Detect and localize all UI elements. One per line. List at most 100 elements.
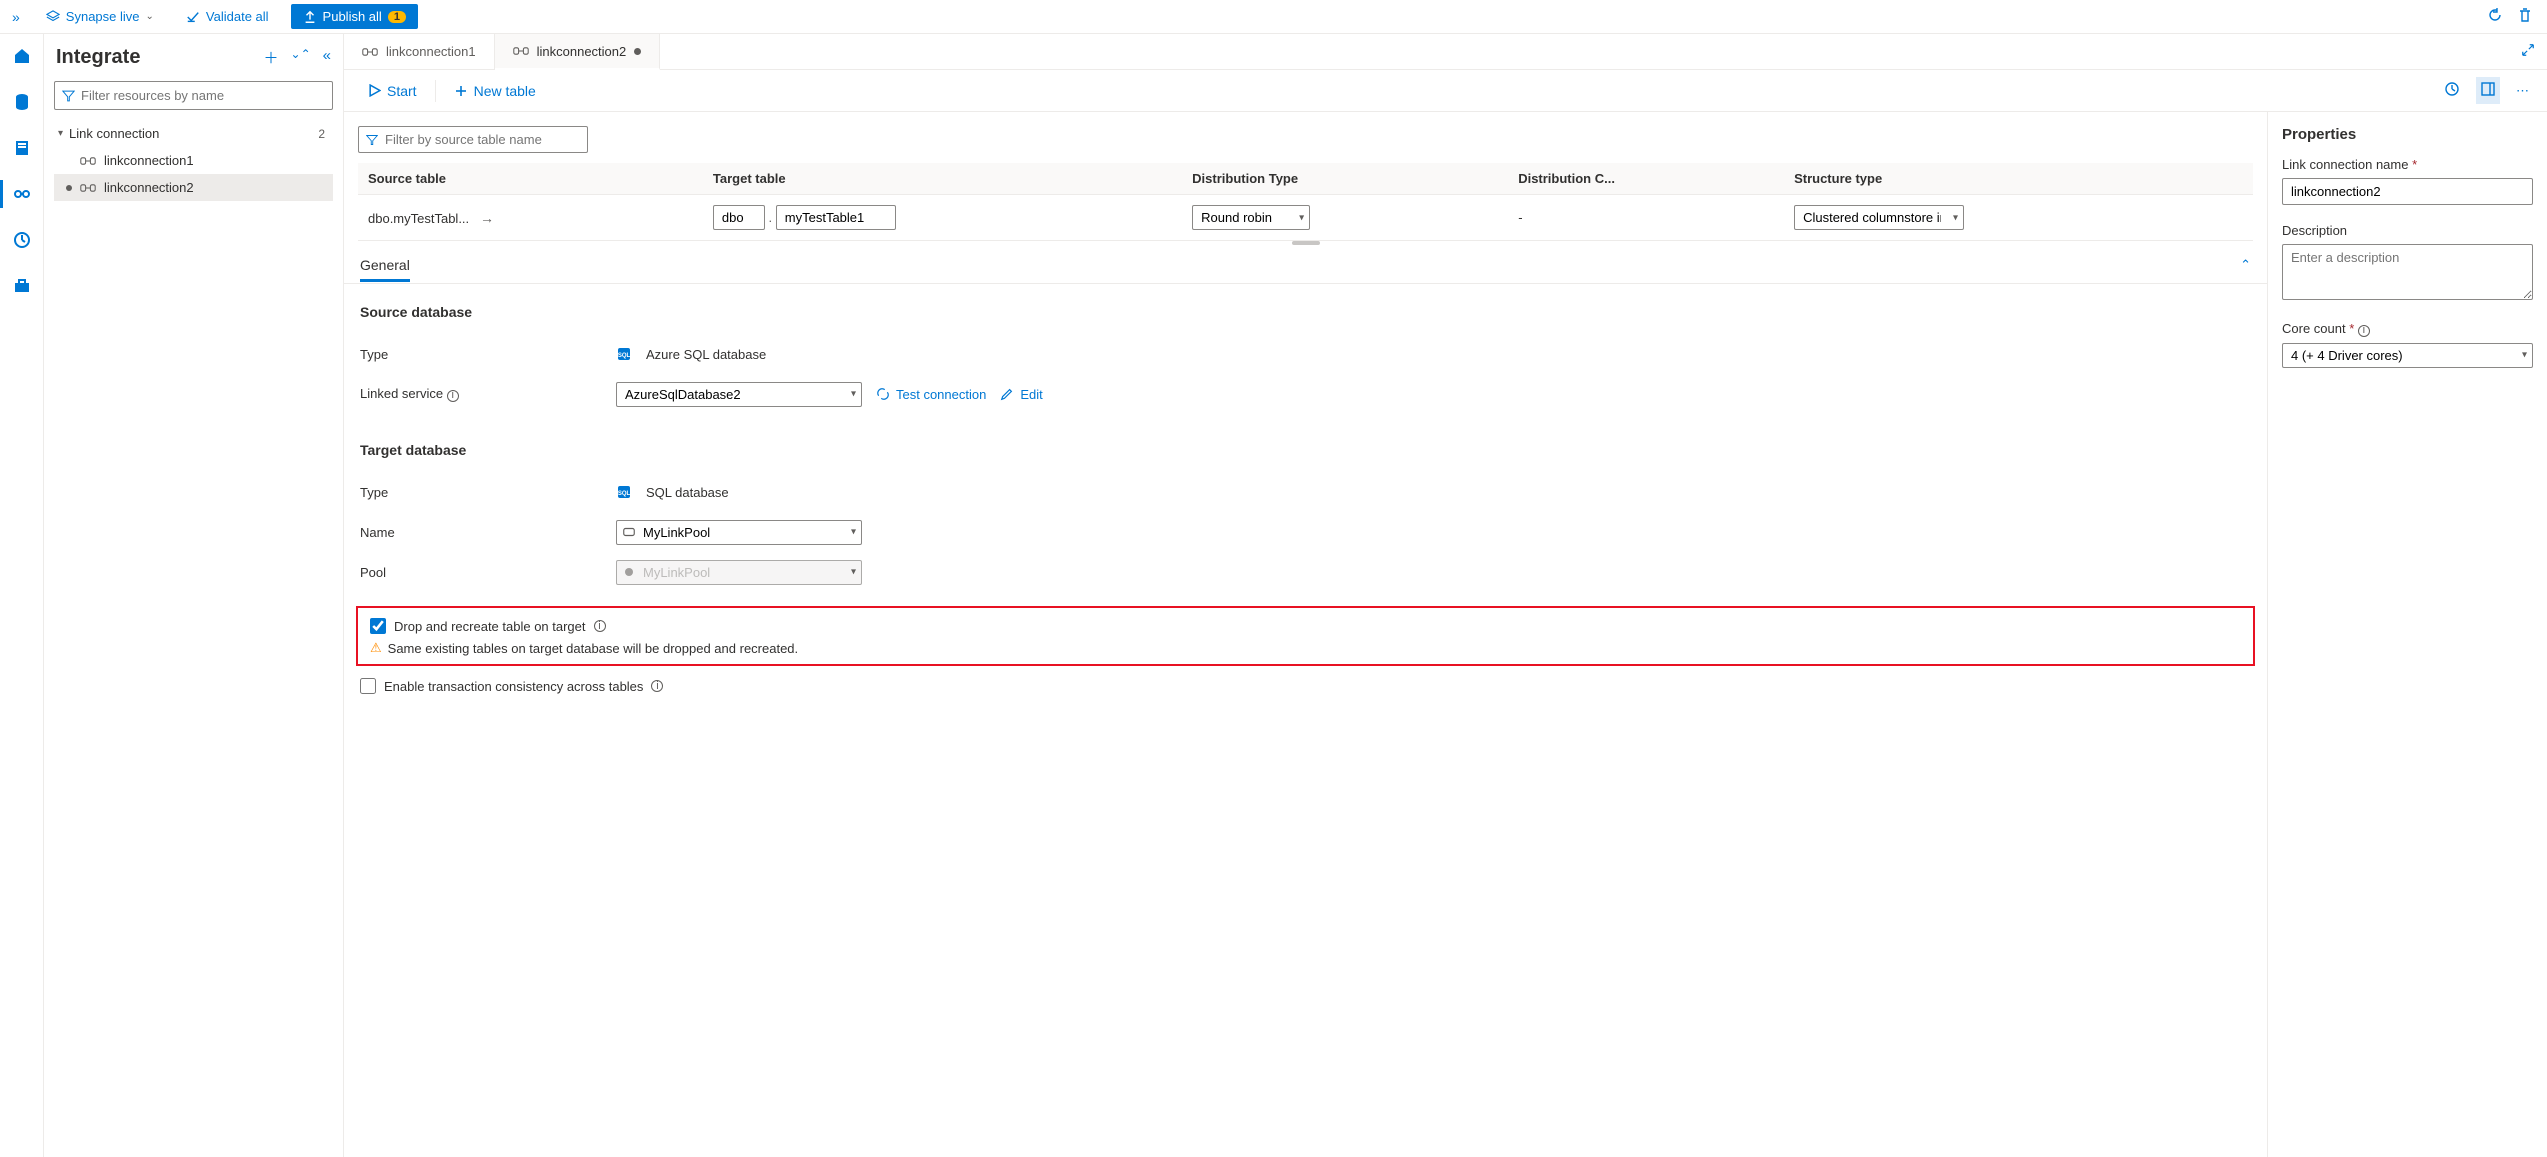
link-connection-icon	[513, 45, 529, 57]
test-connection-icon	[876, 387, 890, 401]
collapse-sidebar-icon[interactable]: «	[323, 47, 331, 68]
drop-recreate-checkbox[interactable]	[370, 618, 386, 634]
structure-type-select[interactable]: Clustered columnstore ind	[1794, 205, 1964, 230]
source-table-name: dbo.myTestTabl...	[368, 211, 469, 226]
col-structure-type[interactable]: Structure type	[1784, 163, 2233, 195]
source-type-value: Azure SQL database	[646, 347, 766, 362]
refresh-icon[interactable]	[2487, 7, 2503, 26]
distribution-type-select[interactable]: Round robin	[1192, 205, 1310, 230]
publish-label: Publish all	[323, 9, 382, 24]
col-source-table[interactable]: Source table	[358, 163, 703, 195]
test-connection-button[interactable]: Test connection	[876, 387, 986, 402]
target-name-select[interactable]: MyLinkPool	[616, 520, 862, 545]
tree-item-label: linkconnection2	[104, 180, 194, 195]
publish-all-button[interactable]: Publish all 1	[291, 4, 418, 29]
filter-source-table-input[interactable]	[358, 126, 588, 153]
pool-icon	[622, 525, 636, 539]
work-area: linkconnection1 linkconnection2 Start	[344, 34, 2547, 1157]
more-actions-icon[interactable]: ⋯	[2512, 79, 2533, 103]
col-distribution-column[interactable]: Distribution C...	[1508, 163, 1784, 195]
link-name-input[interactable]	[2282, 178, 2533, 205]
general-accordion-header[interactable]: General ⌃	[344, 245, 2267, 283]
dirty-dot-icon	[66, 185, 72, 191]
col-distribution-type[interactable]: Distribution Type	[1182, 163, 1508, 195]
info-icon[interactable]: i	[447, 390, 459, 402]
play-icon	[368, 84, 381, 97]
drop-recreate-label: Drop and recreate table on target	[394, 619, 586, 634]
info-icon[interactable]: i	[651, 680, 663, 692]
tree-group-label: Link connection	[69, 126, 159, 141]
nav-data[interactable]	[8, 88, 36, 116]
tables-grid: Source table Target table Distribution T…	[358, 163, 2253, 241]
start-button[interactable]: Start	[358, 79, 427, 103]
distribution-column-cell: -	[1508, 195, 1784, 241]
edit-linked-service-button[interactable]: Edit	[1000, 387, 1042, 402]
source-type-label: Type	[360, 347, 616, 362]
validate-label: Validate all	[206, 9, 269, 24]
tree-item-linkconnection1[interactable]: linkconnection1	[54, 147, 333, 174]
workspace-icon	[46, 10, 60, 24]
table-row[interactable]: dbo.myTestTabl... → .	[358, 195, 2253, 241]
core-count-select[interactable]: 4 (+ 4 Driver cores)	[2282, 343, 2533, 368]
svg-text:SQL: SQL	[618, 491, 631, 497]
publish-icon	[303, 10, 317, 24]
warning-icon: ⚠	[370, 640, 382, 656]
description-input[interactable]	[2282, 244, 2533, 300]
add-resource-icon[interactable]: ＋	[264, 47, 279, 68]
dirty-dot-icon	[634, 48, 641, 55]
validate-icon	[186, 10, 200, 24]
nav-monitor[interactable]	[8, 226, 36, 254]
arrow-right-icon: →	[480, 210, 494, 226]
tree-item-label: linkconnection1	[104, 153, 194, 168]
tx-consistency-checkbox[interactable]	[360, 678, 376, 694]
new-table-label: New table	[474, 83, 536, 99]
tree-group-link-connection[interactable]: ▾ Link connection 2	[54, 120, 333, 147]
target-name-label: Name	[360, 525, 616, 540]
nav-integrate[interactable]	[8, 180, 36, 208]
expand-all-icon[interactable]: ⌄⌃	[291, 47, 311, 68]
linked-service-select[interactable]: AzureSqlDatabase2	[616, 382, 862, 407]
workspace-name: Synapse live	[66, 9, 140, 24]
nav-manage[interactable]	[8, 272, 36, 300]
core-count-label: Core count	[2282, 321, 2346, 336]
new-table-button[interactable]: New table	[444, 79, 546, 103]
col-target-table[interactable]: Target table	[703, 163, 1182, 195]
workspace-selector[interactable]: Synapse live ⌄	[36, 5, 164, 28]
validate-all-button[interactable]: Validate all	[176, 5, 279, 28]
tree-group-count: 2	[318, 127, 329, 141]
expand-nav-icon[interactable]: »	[8, 9, 24, 25]
expand-editor-icon[interactable]	[2521, 43, 2535, 60]
filter-resources-input[interactable]	[54, 81, 333, 110]
source-database-heading: Source database	[360, 304, 2251, 320]
info-icon[interactable]: i	[594, 620, 606, 632]
tab-linkconnection2[interactable]: linkconnection2	[495, 34, 661, 70]
target-database-heading: Target database	[360, 442, 2251, 458]
link-connection-icon	[80, 155, 96, 167]
tab-linkconnection1[interactable]: linkconnection1	[344, 34, 495, 69]
properties-toggle-icon[interactable]	[2476, 77, 2500, 104]
delete-icon[interactable]	[2517, 7, 2533, 26]
chevron-up-icon: ⌃	[2240, 257, 2251, 273]
drop-recreate-warning: Same existing tables on target database …	[388, 641, 798, 656]
description-label: Description	[2282, 223, 2533, 238]
svg-text:SQL: SQL	[618, 353, 631, 359]
top-bar: » Synapse live ⌄ Validate all Publish al…	[0, 0, 2547, 34]
filter-icon	[366, 134, 378, 146]
monitoring-icon[interactable]	[2440, 77, 2464, 104]
target-type-label: Type	[360, 485, 616, 500]
info-icon[interactable]: i	[2358, 325, 2370, 337]
target-table-input[interactable]	[776, 205, 896, 230]
caret-down-icon: ▾	[58, 128, 63, 139]
nav-home[interactable]	[8, 42, 36, 70]
properties-heading: Properties	[2282, 126, 2533, 143]
tree-item-linkconnection2[interactable]: linkconnection2	[54, 174, 333, 201]
azure-sql-icon: SQL	[616, 346, 632, 362]
nav-develop[interactable]	[8, 134, 36, 162]
drop-recreate-highlight: Drop and recreate table on target i ⚠ Sa…	[356, 606, 2255, 666]
properties-panel: Properties Link connection name * Descri…	[2267, 112, 2547, 1157]
target-schema-input[interactable]	[713, 205, 765, 230]
link-connection-icon	[362, 46, 378, 58]
plus-icon	[454, 84, 468, 98]
integrate-sidebar: Integrate ＋ ⌄⌃ « ▾Link connection 2 link…	[44, 34, 344, 1157]
general-tab-label: General	[360, 257, 410, 282]
